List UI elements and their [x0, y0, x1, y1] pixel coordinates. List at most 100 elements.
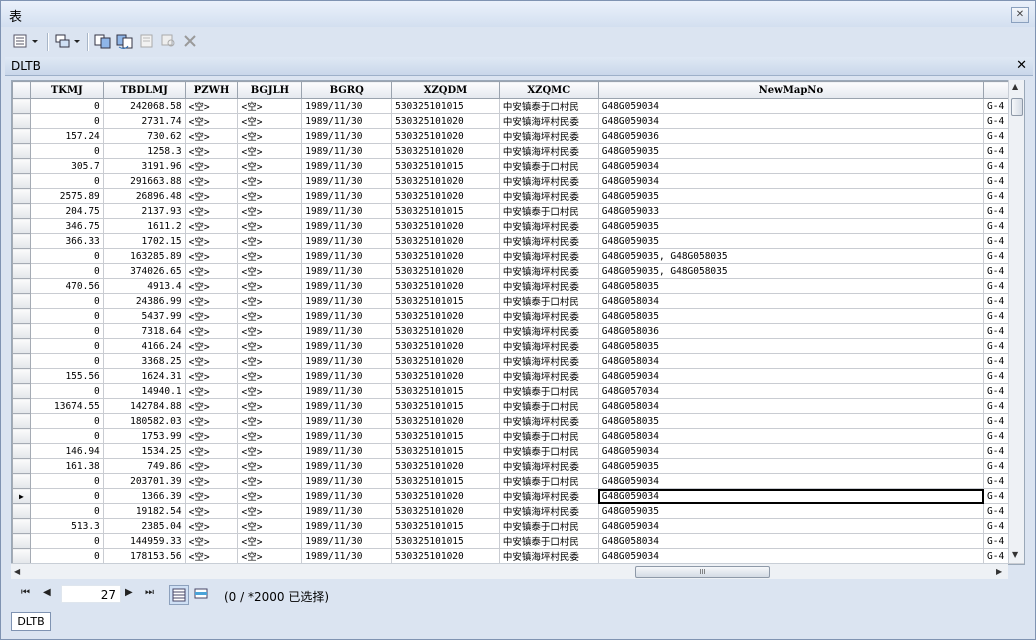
cell-bgjlh[interactable]: <空> [237, 353, 303, 369]
cell-bgjlh[interactable]: <空> [237, 233, 303, 249]
current-record-input[interactable]: 27 [61, 585, 121, 603]
previous-record-icon[interactable]: ◀ [43, 587, 51, 598]
row-selector[interactable] [12, 503, 31, 519]
cell-tkmj[interactable]: 0 [29, 308, 104, 324]
cell-xzqdm[interactable]: 530325101020 [391, 503, 500, 519]
cell-tkmj[interactable]: 0 [29, 293, 104, 309]
cell-xzqdm[interactable]: 530325101020 [391, 413, 500, 429]
cell-bgrq[interactable]: 1989/11/30 [301, 128, 393, 144]
row-selector[interactable] [12, 113, 31, 129]
cell-tkmj[interactable]: 0 [29, 533, 104, 549]
cell-bgrq[interactable]: 1989/11/30 [301, 368, 393, 384]
cell-bgjlh[interactable]: <空> [237, 188, 303, 204]
cell-xzqmc[interactable]: 中安镇泰于口村民 [498, 158, 599, 174]
cell-xzqdm[interactable]: 530325101020 [391, 323, 500, 339]
cell-bgjlh[interactable]: <空> [237, 533, 303, 549]
cell-bgrq[interactable]: 1989/11/30 [301, 338, 393, 354]
row-selector[interactable] [12, 278, 31, 294]
cell-bgrq[interactable]: 1989/11/30 [301, 98, 393, 114]
cell-xzqdm[interactable]: 530325101020 [391, 458, 500, 474]
cell-xzqmc[interactable]: 中安镇海坪村民委 [498, 413, 599, 429]
column-header-tbdlmj[interactable]: TBDLMJ [102, 81, 186, 99]
table-row[interactable]: 0 163285.89 <空> <空> 1989/11/30 530325101020 中安… [12, 248, 1024, 264]
table-row[interactable]: 0 1753.99 <空> <空> 1989/11/30 530325101015 中安镇泰… [12, 428, 1024, 444]
cell-pzwh[interactable]: <空> [184, 158, 239, 174]
cell-bgjlh[interactable]: <空> [237, 218, 303, 234]
cell-xzqmc[interactable]: 中安镇海坪村民委 [498, 278, 599, 294]
cell-xzqdm[interactable]: 530325101015 [391, 158, 500, 174]
cell-tbdlmj[interactable]: 142784.88 [102, 398, 186, 414]
cell-pzwh[interactable]: <空> [184, 518, 239, 534]
table-row[interactable]: 155.56 1624.31 <空> <空> 1989/11/30 53032510102… [12, 368, 1024, 384]
cell-xzqdm[interactable]: 530325101020 [391, 338, 500, 354]
cell-xzqdm[interactable]: 530325101020 [391, 173, 500, 189]
cell-xzqmc[interactable]: 中安镇海坪村民委 [498, 113, 599, 129]
cell-newmapno[interactable]: G48G059035 [597, 218, 985, 234]
cell-tkmj[interactable]: 0 [29, 143, 104, 159]
table-row[interactable]: 0 24386.99 <空> <空> 1989/11/30 530325101015 中安镇… [12, 293, 1024, 309]
clear-selection-button[interactable] [137, 31, 157, 51]
row-selector[interactable] [12, 443, 31, 459]
close-table-icon[interactable]: ✕ [1016, 58, 1027, 73]
cell-pzwh[interactable]: <空> [184, 503, 239, 519]
cell-tkmj[interactable]: 0 [29, 488, 104, 504]
cell-tbdlmj[interactable]: 19182.54 [102, 503, 186, 519]
cell-pzwh[interactable]: <空> [184, 98, 239, 114]
cell-xzqmc[interactable]: 中安镇海坪村民委 [498, 548, 599, 564]
cell-tkmj[interactable]: 470.56 [29, 278, 104, 294]
cell-tbdlmj[interactable]: 749.86 [102, 458, 186, 474]
scroll-right-icon[interactable]: ▶ [996, 567, 1002, 576]
row-selector[interactable] [12, 173, 31, 189]
cell-xzqdm[interactable]: 530325101015 [391, 383, 500, 399]
cell-tkmj[interactable]: 0 [29, 503, 104, 519]
cell-tbdlmj[interactable]: 203701.39 [102, 473, 186, 489]
table-options-button[interactable] [11, 31, 41, 51]
cell-newmapno[interactable]: G48G059035 [597, 458, 985, 474]
cell-tbdlmj[interactable]: 1366.39 [102, 488, 186, 504]
cell-tbdlmj[interactable]: 730.62 [102, 128, 186, 144]
cell-newmapno[interactable]: G48G058034 [597, 293, 985, 309]
cell-xzqmc[interactable]: 中安镇海坪村民委 [498, 173, 599, 189]
cell-xzqdm[interactable]: 530325101020 [391, 188, 500, 204]
cell-tbdlmj[interactable]: 24386.99 [102, 293, 186, 309]
cell-tbdlmj[interactable]: 1258.3 [102, 143, 186, 159]
cell-bgjlh[interactable]: <空> [237, 443, 303, 459]
cell-xzqdm[interactable]: 530325101015 [391, 428, 500, 444]
cell-bgjlh[interactable]: <空> [237, 518, 303, 534]
cell-tbdlmj[interactable]: 374026.65 [102, 263, 186, 279]
cell-pzwh[interactable]: <空> [184, 473, 239, 489]
cell-newmapno[interactable]: G48G059034 [597, 173, 985, 189]
cell-xzqmc[interactable]: 中安镇泰于口村民 [498, 98, 599, 114]
table-row[interactable]: 0 178153.56 <空> <空> 1989/11/30 530325101020 中安… [12, 548, 1024, 564]
cell-tbdlmj[interactable]: 1534.25 [102, 443, 186, 459]
cell-bgjlh[interactable]: <空> [237, 263, 303, 279]
cell-bgjlh[interactable]: <空> [237, 143, 303, 159]
cell-pzwh[interactable]: <空> [184, 293, 239, 309]
cell-pzwh[interactable]: <空> [184, 263, 239, 279]
cell-bgrq[interactable]: 1989/11/30 [301, 203, 393, 219]
table-row[interactable]: 0 5437.99 <空> <空> 1989/11/30 530325101020 中安镇海… [12, 308, 1024, 324]
cell-pzwh[interactable]: <空> [184, 173, 239, 189]
cell-bgrq[interactable]: 1989/11/30 [301, 488, 393, 504]
row-selector[interactable] [12, 518, 31, 534]
cell-pzwh[interactable]: <空> [184, 533, 239, 549]
cell-tbdlmj[interactable]: 3191.96 [102, 158, 186, 174]
cell-tkmj[interactable]: 0 [29, 263, 104, 279]
cell-xzqmc[interactable]: 中安镇泰于口村民 [498, 383, 599, 399]
cell-newmapno[interactable]: G48G059035 [597, 143, 985, 159]
cell-tbdlmj[interactable]: 1624.31 [102, 368, 186, 384]
cell-tkmj[interactable]: 0 [29, 98, 104, 114]
scroll-down-icon[interactable]: ▼ [1012, 550, 1018, 559]
row-selector[interactable] [12, 413, 31, 429]
cell-pzwh[interactable]: <空> [184, 458, 239, 474]
cell-tkmj[interactable]: 513.3 [29, 518, 104, 534]
cell-bgrq[interactable]: 1989/11/30 [301, 533, 393, 549]
table-row[interactable]: 13674.55 142784.88 <空> <空> 1989/11/30 5303251… [12, 398, 1024, 414]
row-selector[interactable] [12, 353, 31, 369]
cell-pzwh[interactable]: <空> [184, 353, 239, 369]
cell-tkmj[interactable]: 0 [29, 413, 104, 429]
row-selector[interactable] [12, 368, 31, 384]
row-selector[interactable] [12, 143, 31, 159]
cell-bgrq[interactable]: 1989/11/30 [301, 248, 393, 264]
cell-pzwh[interactable]: <空> [184, 113, 239, 129]
